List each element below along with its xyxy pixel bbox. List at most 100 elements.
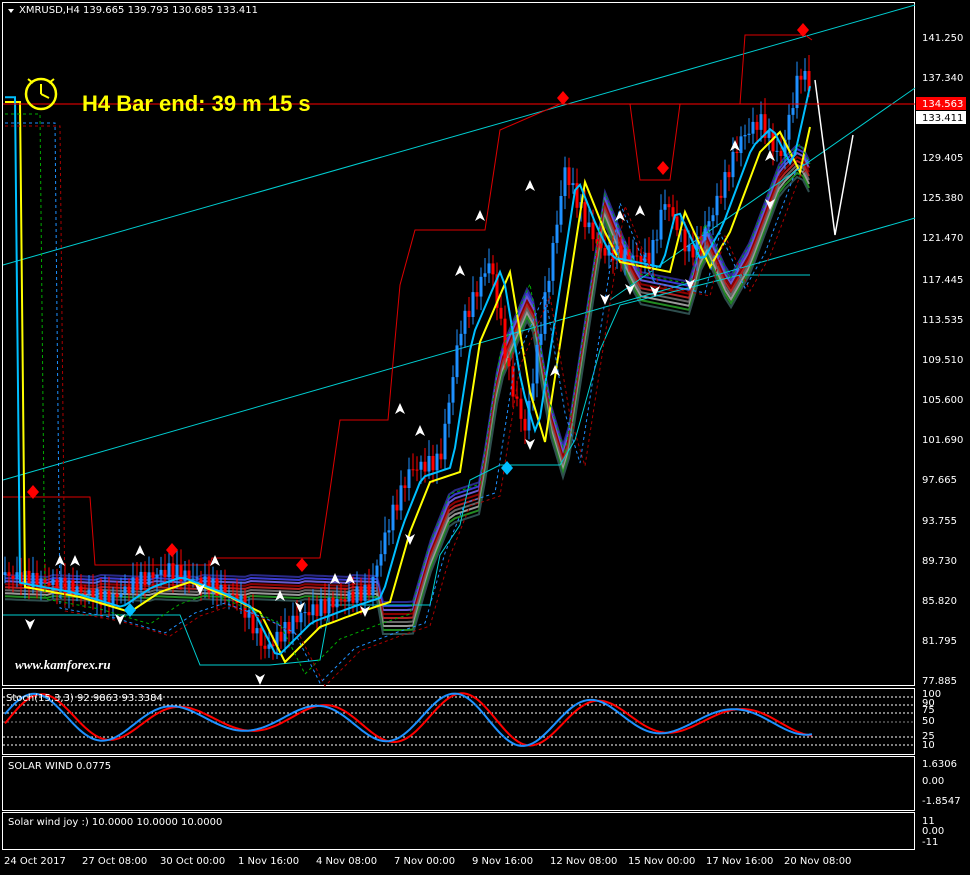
wind-bar (437, 781, 439, 793)
joy-bar (515, 816, 517, 832)
chart-canvas[interactable]: XMRUSD,H4 139.665 139.793 130.685 133.41… (0, 0, 970, 875)
wind-bar (716, 781, 718, 791)
joy-bar (236, 832, 238, 842)
wind-bar (803, 781, 805, 794)
candle-body (659, 209, 663, 240)
joy-bar (632, 816, 634, 832)
candle-body (655, 239, 659, 241)
candle-body (427, 455, 431, 472)
price-envelopes (3, 34, 813, 666)
joy-bar (143, 832, 145, 844)
candle-body (375, 565, 379, 577)
wind-bar (173, 781, 175, 802)
joy-bar (35, 832, 37, 840)
wind-bar (296, 760, 298, 781)
joy-bar (341, 816, 343, 832)
wind-bar (323, 762, 325, 781)
wind-bar (170, 781, 172, 800)
joy-bar (455, 816, 457, 832)
joy-bar (14, 832, 16, 837)
joy-bar (242, 832, 244, 841)
joy-bar (782, 816, 784, 832)
joy-bar (746, 816, 748, 832)
wind-bar (110, 780, 112, 781)
candle-body (563, 167, 567, 196)
joy-bar (734, 816, 736, 832)
candle-body (555, 224, 559, 243)
joy-bar (80, 832, 82, 844)
candle-body (367, 584, 371, 596)
candle-body (371, 576, 375, 596)
wind-bar (161, 781, 163, 796)
joy-bar (149, 832, 151, 844)
price-tick: 101.690 (922, 435, 963, 446)
wind-bar (215, 781, 217, 798)
joy-bar (23, 832, 25, 838)
price-axis: 141.250 137.340 129.405 125.380 121.470 … (922, 33, 963, 687)
candle-body (487, 263, 491, 274)
wind-bar (539, 781, 541, 788)
joy-bar (560, 816, 562, 832)
joy-bar (212, 832, 214, 844)
solar-wind-label: SOLAR WIND 0.0775 (8, 761, 111, 772)
wind-bar (482, 781, 484, 805)
joy-bar (158, 832, 160, 844)
joy-bar (302, 826, 304, 832)
wind-bar (779, 781, 781, 798)
forecast-line (814, 79, 854, 236)
joy-bar (710, 816, 712, 832)
candle-body (411, 469, 415, 471)
candle-body (463, 310, 467, 334)
candle-body (451, 377, 455, 403)
joy-bar (182, 832, 184, 844)
wind-bar (428, 781, 430, 791)
joy-bar (347, 816, 349, 832)
joy-bar (11, 832, 13, 836)
joy-bar (299, 827, 301, 832)
candle-body (255, 628, 259, 634)
candle-body (7, 572, 11, 576)
candle-body (291, 615, 295, 634)
joy-bar (155, 832, 157, 844)
wind-bar (383, 772, 385, 781)
joy-bar (245, 832, 247, 841)
wind-bar (560, 772, 562, 781)
time-tick: 15 Nov 00:00 (628, 856, 695, 867)
joy-bar (680, 816, 682, 832)
wind-bar (149, 781, 151, 793)
joy-bar (806, 816, 808, 832)
joy-bar (359, 816, 361, 832)
wind-bar (116, 781, 118, 785)
wind-bar (587, 760, 589, 781)
wind-bar (725, 781, 727, 795)
wind-bar (722, 781, 724, 794)
joy-bar (578, 816, 580, 832)
candle-body (755, 121, 759, 130)
wind-bar (422, 781, 424, 790)
price-tick: 105.600 (922, 395, 963, 406)
joy-bar (20, 832, 22, 838)
joy-bar (140, 832, 142, 844)
candle-body (347, 591, 351, 602)
joy-bar (512, 816, 514, 832)
joy-bar (269, 832, 271, 837)
candle-body (667, 204, 671, 208)
wind-bar (329, 762, 331, 781)
stoch-level: 10 (922, 740, 935, 751)
joy-bar (668, 816, 670, 832)
candle-body (443, 423, 447, 460)
joy-bar (62, 832, 64, 843)
wind-bar (599, 762, 601, 781)
wind-bar (374, 765, 376, 781)
wind-bar (731, 781, 733, 799)
joy-bar (812, 816, 814, 832)
joy-bar (344, 816, 346, 832)
candle-body (423, 461, 427, 472)
wind-bar (572, 764, 574, 781)
joy-bar (521, 816, 523, 832)
symbol-dropdown-icon[interactable] (8, 9, 14, 13)
candle-body (591, 222, 595, 240)
wind-bar (659, 766, 661, 781)
wind-bar (332, 763, 334, 781)
wind-bar (107, 777, 109, 781)
